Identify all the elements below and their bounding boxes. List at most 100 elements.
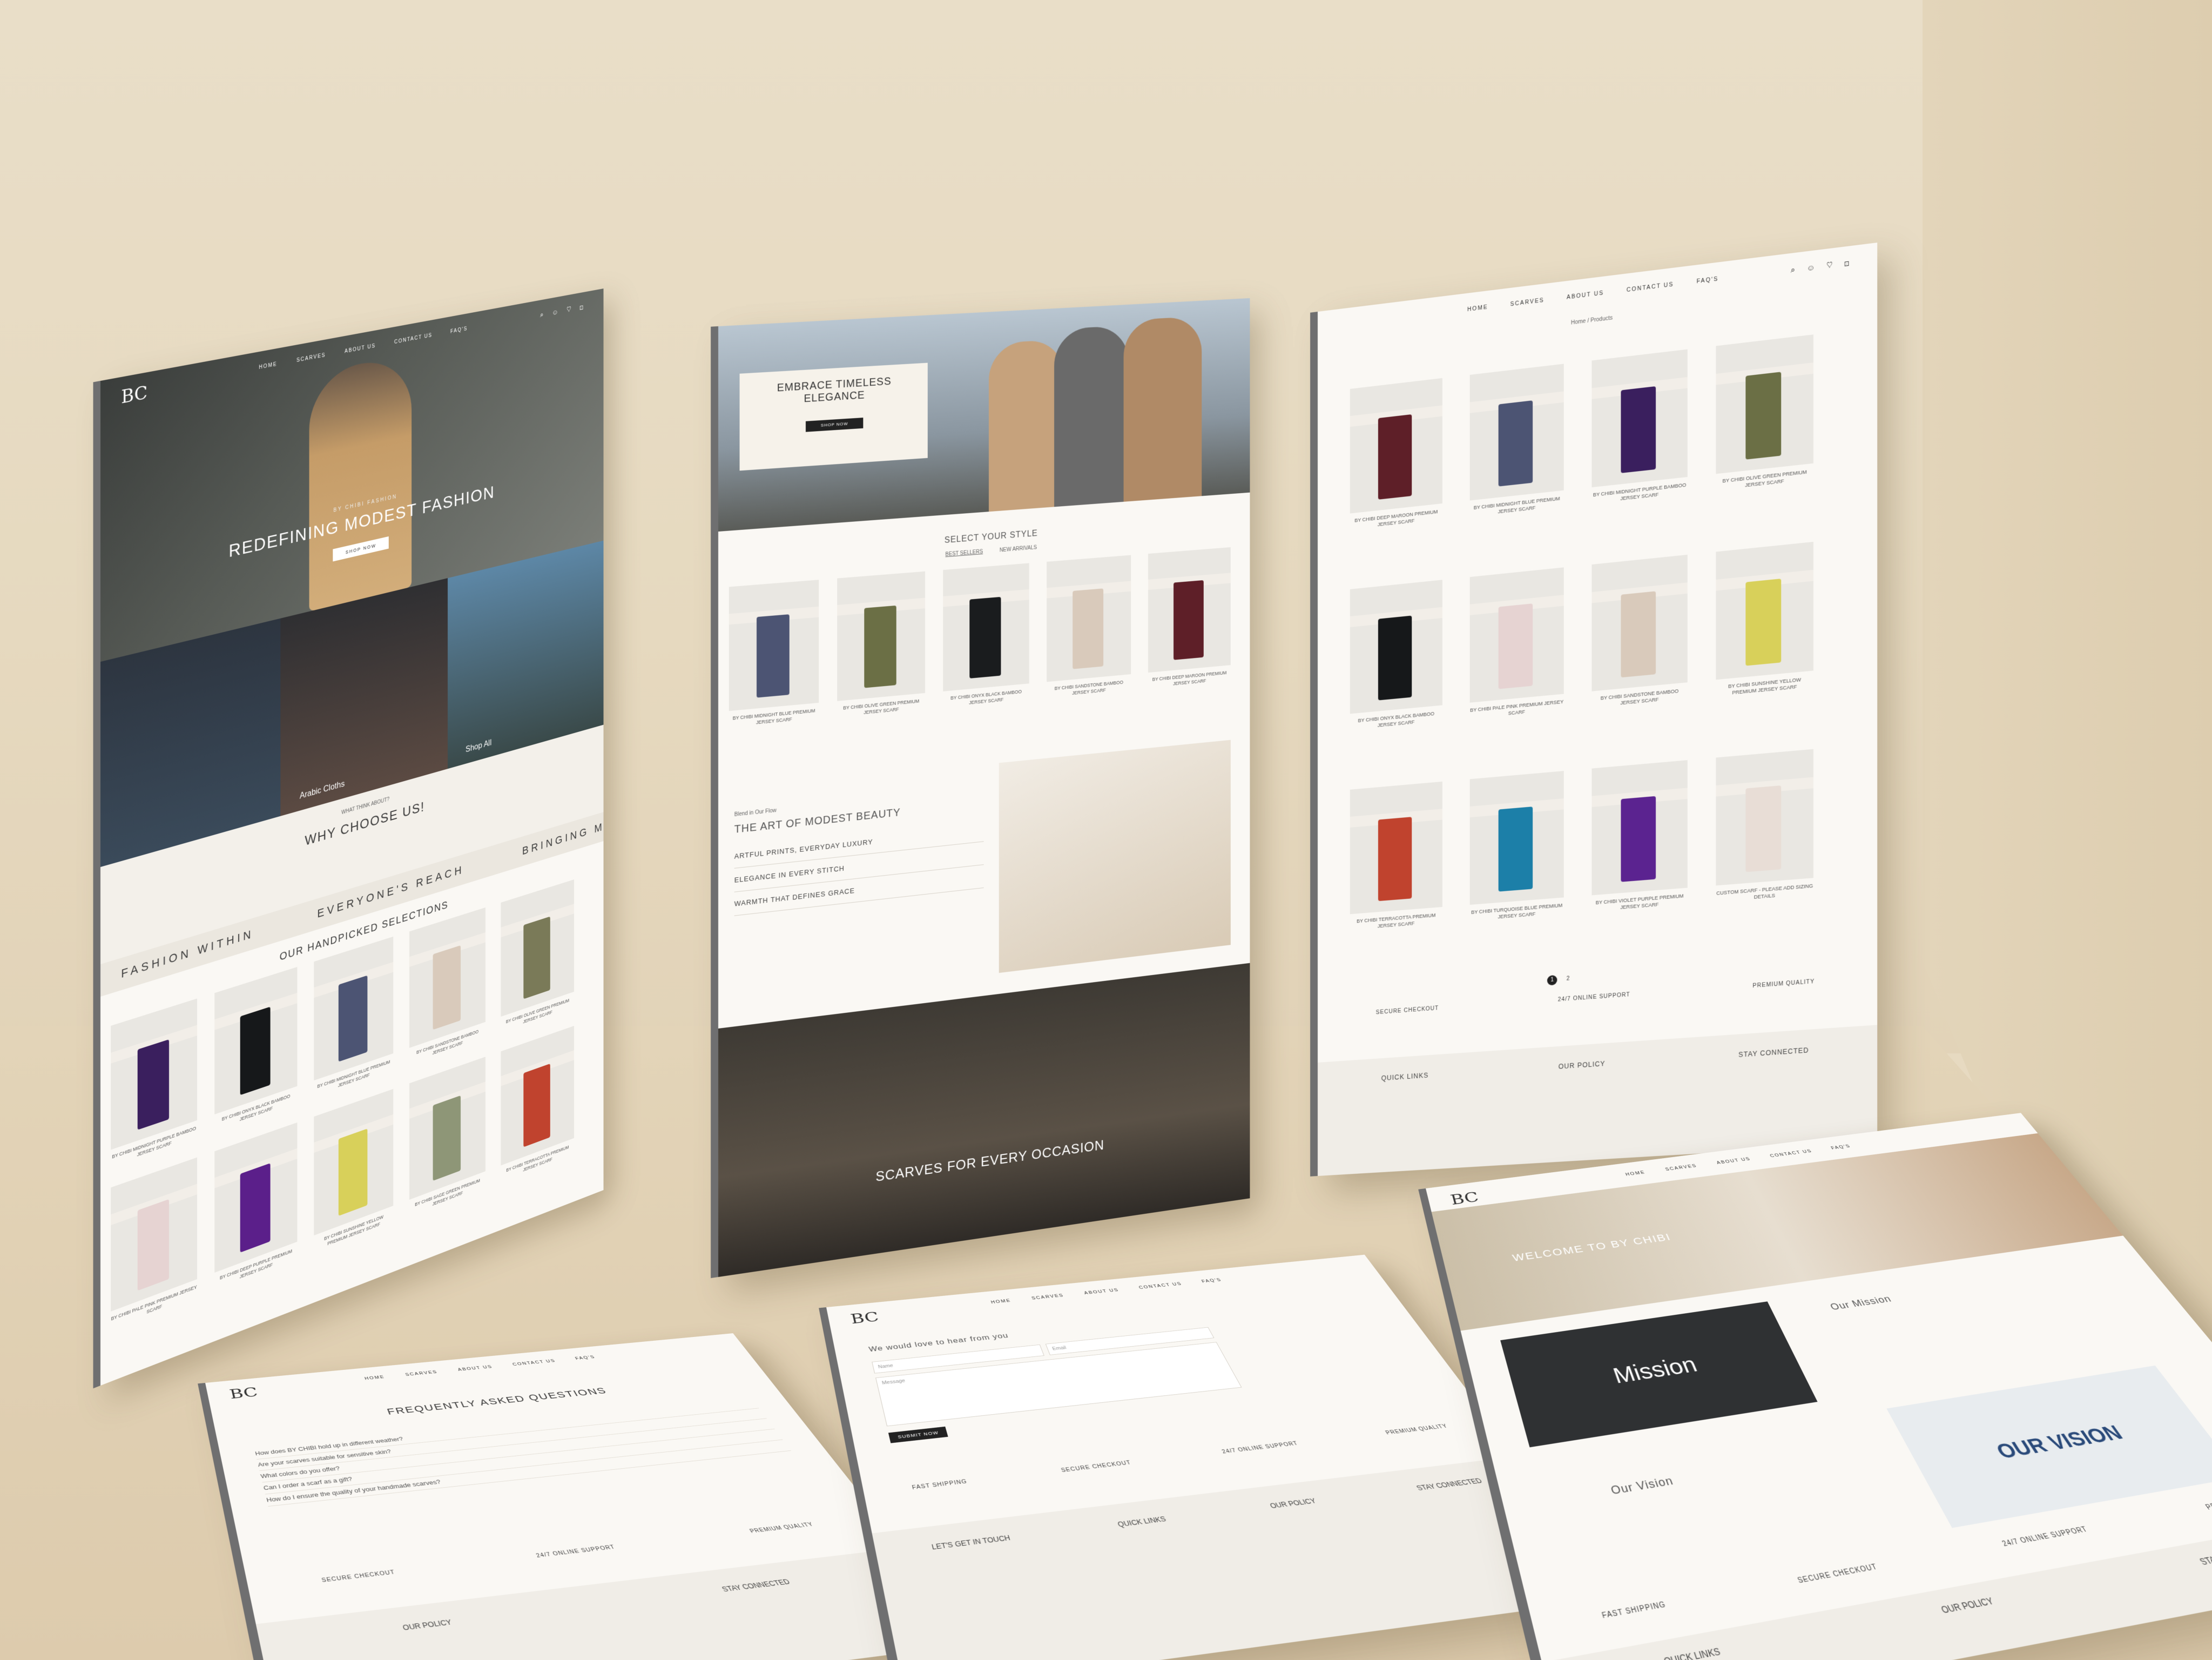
product-card[interactable]: BY CHIBI SANDSTONE BAMBOO JERSEY SCARF [409, 907, 485, 1064]
product-card[interactable]: BY CHIBI SAGE GREEN PREMIUM JERSEY SCARF [409, 1057, 485, 1216]
product-name[interactable]: BY CHIBI VIOLET PURPLE PREMIUM JERSEY SC… [1591, 892, 1687, 913]
product-photo[interactable] [1716, 541, 1813, 680]
product-card[interactable]: BY CHIBI SUNSHINE YELLOW PREMIUM JERSEY … [314, 1088, 394, 1252]
product-card[interactable]: BY CHIBI DEEP PURPLE PREMIUM JERSEY SCAR… [214, 1122, 298, 1289]
product-photo[interactable] [1047, 555, 1131, 682]
nav-scarves[interactable]: SCARVES [1510, 297, 1545, 307]
product-card[interactable]: BY CHIBI MIDNIGHT BLUE PREMIUM JERSEY SC… [314, 936, 394, 1097]
product-photo[interactable] [409, 907, 485, 1048]
product-name[interactable]: BY CHIBI TERRACOTTA PREMIUM JERSEY SCARF [1350, 911, 1442, 931]
nav-contact[interactable]: CONTACT US [394, 332, 433, 345]
tab-new-arrivals[interactable]: NEW ARRIVALS [1000, 545, 1037, 553]
product-card[interactable]: BY CHIBI MIDNIGHT PURPLE BAMBOO JERSEY S… [1591, 349, 1688, 505]
product-name[interactable]: CUSTOM SCARF - PLEASE ADD SIZING DETAILS [1716, 883, 1813, 904]
product-photo[interactable] [1591, 349, 1688, 488]
product-photo[interactable] [729, 580, 819, 711]
product-card[interactable]: BY CHIBI OLIVE GREEN PREMIUM JERSEY SCAR… [1716, 334, 1813, 492]
product-card[interactable]: BY CHIBI SANDSTONE BAMBOO JERSEY SCARF [1591, 554, 1688, 709]
product-photo[interactable] [1350, 781, 1442, 915]
product-card[interactable]: BY CHIBI OLIVE GREEN PREMIUM JERSEY SCAR… [837, 571, 926, 718]
product-card[interactable]: BY CHIBI PALE PINK PREMIUM JERSEY SCARF [111, 1157, 198, 1329]
product-photo[interactable] [1591, 760, 1688, 896]
product-name[interactable]: BY CHIBI SUNSHINE YELLOW PREMIUM JERSEY … [1716, 675, 1813, 697]
product-card[interactable]: BY CHIBI TURQUOISE BLUE PREMIUM JERSEY S… [1469, 771, 1564, 923]
nav-home[interactable]: HOME [1467, 304, 1488, 313]
product-card[interactable]: BY CHIBI SANDSTONE BAMBOO JERSEY SCARF [1047, 555, 1131, 699]
product-name[interactable]: BY CHIBI MIDNIGHT BLUE PREMIUM JERSEY SC… [729, 707, 819, 728]
product-card[interactable]: BY CHIBI ONYX BLACK BAMBOO JERSEY SCARF [1350, 580, 1442, 731]
breadcrumb-home[interactable]: Home [1571, 318, 1586, 326]
product-name[interactable]: BY CHIBI PALE PINK PREMIUM JERSEY SCARF [1470, 698, 1564, 720]
product-card[interactable]: BY CHIBI VIOLET PURPLE PREMIUM JERSEY SC… [1591, 760, 1688, 913]
nav-contact[interactable]: CONTACT US [1769, 1149, 1813, 1158]
shop-now-button[interactable]: SHOP NOW [805, 418, 864, 432]
product-name[interactable]: BY CHIBI SANDSTONE BAMBOO JERSEY SCARF [1591, 687, 1687, 709]
product-card[interactable]: BY CHIBI ONYX BLACK BAMBOO JERSEY SCARF [214, 966, 298, 1131]
product-photo[interactable] [111, 998, 198, 1150]
about-hero-title: WELCOME TO BY CHIBI [1511, 1231, 1673, 1264]
product-card[interactable]: BY CHIBI DEEP MAROON PREMIUM JERSEY SCAR… [1350, 378, 1442, 531]
nav-scarves[interactable]: SCARVES [1664, 1164, 1697, 1172]
nav-home[interactable]: HOME [990, 1299, 1012, 1305]
product-name[interactable]: BY CHIBI SANDSTONE BAMBOO JERSEY SCARF [1047, 678, 1131, 699]
nav-scarves[interactable]: SCARVES [1031, 1293, 1064, 1300]
product-card[interactable]: BY CHIBI MIDNIGHT PURPLE BAMBOO JERSEY S… [111, 998, 198, 1167]
product-photo[interactable] [1716, 334, 1813, 474]
product-photo[interactable] [1716, 749, 1813, 886]
product-photo[interactable] [1469, 771, 1564, 905]
product-card[interactable]: BY CHIBI MIDNIGHT BLUE PREMIUM JERSEY SC… [1469, 364, 1564, 518]
nav-about[interactable]: ABOUT US [345, 343, 376, 354]
scarf-swatch [433, 945, 461, 1030]
product-photo[interactable] [314, 1088, 394, 1236]
product-name[interactable]: BY CHIBI TURQUOISE BLUE PREMIUM JERSEY S… [1470, 902, 1564, 923]
nav-about[interactable]: ABOUT US [1083, 1288, 1120, 1295]
nav-contact[interactable]: CONTACT US [1138, 1282, 1183, 1290]
product-photo[interactable] [314, 936, 394, 1081]
nav-home[interactable]: HOME [259, 361, 277, 371]
nav-about[interactable]: ABOUT US [457, 1365, 494, 1372]
product-card[interactable]: BY CHIBI SUNSHINE YELLOW PREMIUM JERSEY … [1716, 541, 1813, 697]
nav-home[interactable]: HOME [1625, 1170, 1646, 1177]
nav-home[interactable]: HOME [364, 1375, 386, 1381]
nav-faq[interactable]: FAQ'S [575, 1355, 596, 1360]
nav-faq[interactable]: FAQ'S [1697, 276, 1719, 285]
product-photo[interactable] [501, 879, 574, 1017]
product-name[interactable]: BY CHIBI OLIVE GREEN PREMIUM JERSEY SCAR… [837, 697, 925, 718]
nav-contact[interactable]: CONTACT US [1627, 281, 1674, 293]
product-photo[interactable] [214, 966, 298, 1114]
tab-best-sellers[interactable]: BEST SELLERS [946, 549, 983, 557]
nav-scarves[interactable]: SCARVES [404, 1370, 438, 1377]
nav-contact[interactable]: CONTACT US [512, 1359, 557, 1366]
product-photo[interactable] [1148, 547, 1231, 673]
product-photo[interactable] [1350, 580, 1442, 714]
product-photo[interactable] [1469, 567, 1564, 703]
product-photo[interactable] [1469, 364, 1564, 501]
nav-about[interactable]: ABOUT US [1567, 290, 1604, 301]
product-card[interactable]: BY CHIBI MIDNIGHT BLUE PREMIUM JERSEY SC… [729, 580, 819, 728]
nav-scarves[interactable]: SCARVES [296, 352, 326, 364]
product-photo[interactable] [409, 1057, 485, 1200]
product-photo[interactable] [1350, 378, 1442, 514]
page-2[interactable]: 2 [1567, 976, 1570, 982]
product-card[interactable]: BY CHIBI ONYX BLACK BAMBOO JERSEY SCARF [943, 563, 1029, 708]
product-photo[interactable] [943, 563, 1029, 691]
page-1[interactable]: 1 [1547, 975, 1557, 986]
product-name[interactable]: BY CHIBI ONYX BLACK BAMBOO JERSEY SCARF [1350, 710, 1442, 731]
product-card[interactable]: BY CHIBI TERRACOTTA PREMIUM JERSEY SCARF [1350, 781, 1442, 932]
submit-button[interactable]: SUBMIT NOW [888, 1426, 948, 1443]
product-photo[interactable] [1591, 554, 1688, 691]
product-card[interactable]: BY CHIBI PALE PINK PREMIUM JERSEY SCARF [1469, 567, 1564, 720]
nav-about[interactable]: ABOUT US [1716, 1157, 1751, 1165]
product-card[interactable]: BY CHIBI DEEP MAROON PREMIUM JERSEY SCAR… [1148, 547, 1231, 689]
perk-fast-shipping: FAST SHIPPING [1601, 1601, 1667, 1621]
product-name[interactable]: BY CHIBI DEEP MAROON PREMIUM JERSEY SCAR… [1148, 669, 1231, 689]
nav-faq[interactable]: FAQ'S [1201, 1278, 1223, 1283]
product-card[interactable]: BY CHIBI TERRACOTTA PREMIUM JERSEY SCARF [501, 1026, 574, 1181]
nav-faq[interactable]: FAQ'S [1830, 1144, 1852, 1151]
product-name[interactable]: BY CHIBI ONYX BLACK BAMBOO JERSEY SCARF [943, 688, 1029, 708]
product-photo[interactable] [501, 1026, 574, 1166]
nav-faq[interactable]: FAQ'S [450, 326, 468, 334]
product-card[interactable]: CUSTOM SCARF - PLEASE ADD SIZING DETAILS [1716, 749, 1813, 904]
product-card[interactable]: BY CHIBI OLIVE GREEN PREMIUM JERSEY SCAR… [501, 879, 574, 1032]
product-photo[interactable] [837, 571, 926, 701]
